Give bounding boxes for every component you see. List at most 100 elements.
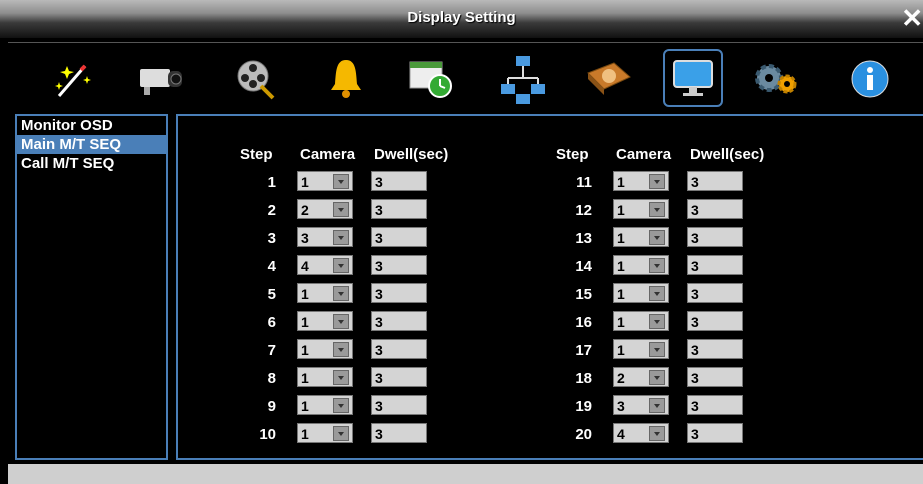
dwell-input[interactable]: 3 [371, 311, 427, 331]
chevron-down-icon[interactable] [333, 202, 349, 217]
dwell-input[interactable]: 3 [371, 199, 427, 219]
chevron-down-icon[interactable] [649, 314, 665, 329]
camera-select[interactable]: 1 [297, 311, 353, 331]
step-number: 4 [267, 258, 276, 275]
chevron-down-icon[interactable] [649, 174, 665, 189]
step-number: 9 [267, 398, 276, 415]
dwell-input[interactable]: 3 [687, 283, 743, 303]
camera-value: 3 [301, 230, 309, 246]
chevron-down-icon[interactable] [333, 342, 349, 357]
camera-value: 1 [617, 174, 625, 190]
camera-select[interactable]: 4 [613, 423, 669, 443]
info-icon[interactable] [842, 51, 898, 107]
camera-select[interactable]: 4 [297, 255, 353, 275]
dwell-input[interactable]: 3 [687, 255, 743, 275]
dwell-input[interactable]: 3 [687, 171, 743, 191]
camera-select[interactable]: 1 [297, 395, 353, 415]
camera-value: 1 [617, 258, 625, 274]
camera-icon[interactable] [133, 51, 189, 107]
dwell-input[interactable]: 3 [371, 395, 427, 415]
camera-select[interactable]: 2 [613, 367, 669, 387]
bell-icon[interactable] [318, 51, 374, 107]
sidebar-item-call-mt-seq[interactable]: Call M/T SEQ [17, 154, 166, 173]
camera-select[interactable]: 1 [613, 171, 669, 191]
chevron-down-icon[interactable] [333, 398, 349, 413]
chevron-down-icon[interactable] [649, 286, 665, 301]
chevron-down-icon[interactable] [649, 342, 665, 357]
camera-value: 1 [301, 174, 309, 190]
camera-select[interactable]: 1 [613, 311, 669, 331]
header-step: Step [240, 146, 273, 163]
chevron-down-icon[interactable] [333, 174, 349, 189]
network-icon[interactable] [495, 51, 551, 107]
sidebar-item-main-mt-seq[interactable]: Main M/T SEQ [17, 135, 166, 154]
camera-select[interactable]: 1 [297, 423, 353, 443]
camera-value: 3 [617, 398, 625, 414]
camera-value: 1 [301, 370, 309, 386]
hdd-icon[interactable] [581, 51, 637, 107]
dwell-input[interactable]: 3 [371, 171, 427, 191]
chevron-down-icon[interactable] [649, 370, 665, 385]
chevron-down-icon[interactable] [333, 314, 349, 329]
step-number: 8 [267, 370, 276, 387]
toolbar [8, 42, 923, 113]
dwell-input[interactable]: 3 [687, 395, 743, 415]
camera-value: 1 [617, 286, 625, 302]
dwell-input[interactable]: 3 [687, 199, 743, 219]
chevron-down-icon[interactable] [333, 286, 349, 301]
camera-value: 4 [617, 426, 625, 442]
film-reel-icon[interactable] [226, 51, 282, 107]
dwell-input[interactable]: 3 [371, 339, 427, 359]
chevron-down-icon[interactable] [649, 398, 665, 413]
camera-select[interactable]: 1 [297, 171, 353, 191]
dwell-input[interactable]: 3 [371, 283, 427, 303]
camera-value: 1 [301, 314, 309, 330]
step-number: 6 [267, 314, 276, 331]
schedule-icon[interactable] [403, 51, 459, 107]
step-number: 16 [575, 314, 592, 331]
step-number: 2 [267, 202, 276, 219]
camera-select[interactable]: 1 [613, 199, 669, 219]
camera-select[interactable]: 1 [613, 255, 669, 275]
camera-value: 1 [617, 342, 625, 358]
wizard-icon[interactable] [46, 51, 102, 107]
close-icon[interactable]: ✕ [901, 5, 923, 31]
dwell-input[interactable]: 3 [371, 367, 427, 387]
step-number: 12 [575, 202, 592, 219]
chevron-down-icon[interactable] [333, 258, 349, 273]
camera-select[interactable]: 1 [613, 227, 669, 247]
dwell-input[interactable]: 3 [371, 255, 427, 275]
sidebar-item-monitor-osd[interactable]: Monitor OSD [17, 116, 166, 135]
step-number: 5 [267, 286, 276, 303]
camera-select[interactable]: 1 [613, 339, 669, 359]
step-number: 14 [575, 258, 592, 275]
camera-select[interactable]: 1 [297, 367, 353, 387]
camera-select[interactable]: 1 [297, 283, 353, 303]
chevron-down-icon[interactable] [649, 426, 665, 441]
dwell-input[interactable]: 3 [371, 423, 427, 443]
sidebar: Monitor OSD Main M/T SEQ Call M/T SEQ [15, 114, 168, 460]
step-number: 19 [575, 398, 592, 415]
chevron-down-icon[interactable] [333, 370, 349, 385]
monitor-icon[interactable] [663, 49, 723, 107]
chevron-down-icon[interactable] [333, 426, 349, 441]
dwell-input[interactable]: 3 [687, 423, 743, 443]
chevron-down-icon[interactable] [649, 230, 665, 245]
camera-select[interactable]: 2 [297, 199, 353, 219]
camera-select[interactable]: 3 [297, 227, 353, 247]
step-number: 18 [575, 370, 592, 387]
camera-select[interactable]: 1 [297, 339, 353, 359]
dwell-input[interactable]: 3 [687, 227, 743, 247]
camera-value: 1 [617, 202, 625, 218]
dwell-input[interactable]: 3 [371, 227, 427, 247]
dwell-input[interactable]: 3 [687, 339, 743, 359]
settings-icon[interactable] [748, 51, 804, 107]
chevron-down-icon[interactable] [649, 258, 665, 273]
dwell-input[interactable]: 3 [687, 367, 743, 387]
camera-select[interactable]: 1 [613, 283, 669, 303]
camera-select[interactable]: 3 [613, 395, 669, 415]
step-number: 1 [267, 174, 276, 191]
chevron-down-icon[interactable] [333, 230, 349, 245]
dwell-input[interactable]: 3 [687, 311, 743, 331]
chevron-down-icon[interactable] [649, 202, 665, 217]
